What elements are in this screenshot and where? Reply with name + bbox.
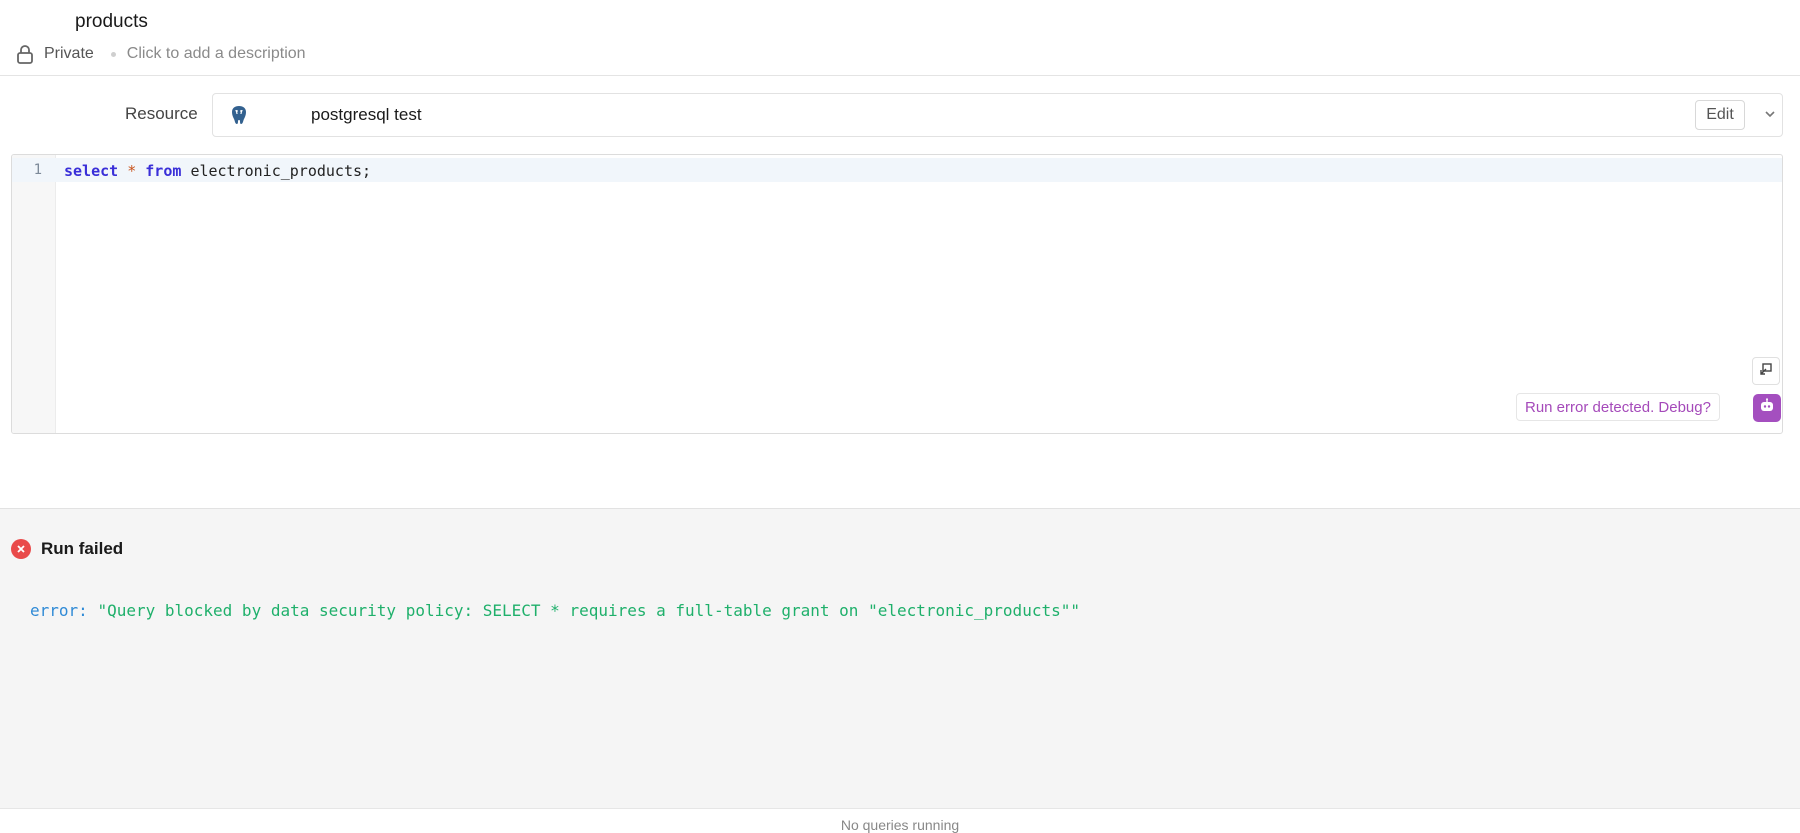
table-name: electronic_products;	[190, 162, 372, 180]
error-output: error: "Query blocked by data security p…	[30, 601, 1080, 620]
expand-icon	[1759, 362, 1773, 381]
visibility-label[interactable]: Private	[44, 45, 94, 63]
run-status-text: Run failed	[41, 539, 124, 558]
resource-label: Resource	[125, 104, 198, 123]
query-status-text: No queries running	[840, 817, 960, 833]
keyword-select: select	[64, 162, 119, 180]
operator-star: *	[127, 162, 137, 180]
run-status: Run failed	[11, 539, 123, 559]
robot-icon	[1758, 397, 1776, 420]
result-panel: Run failed error: "Query blocked by data…	[0, 508, 1800, 808]
error-key: error:	[30, 601, 88, 620]
sql-editor[interactable]: 1 select * from electronic_products; Run…	[11, 154, 1783, 434]
resource-selector[interactable]: postgresql test Edit	[212, 93, 1783, 137]
line-gutter	[12, 155, 56, 433]
debug-prompt-button[interactable]: Run error detected. Debug?	[1516, 393, 1720, 421]
description-placeholder[interactable]: Click to add a description	[127, 45, 306, 63]
query-header: products Private Click to add a descript…	[0, 0, 1800, 76]
error-message: "Query blocked by data security policy: …	[97, 601, 1080, 620]
chevron-down-icon[interactable]	[1762, 106, 1778, 122]
query-title[interactable]: products	[75, 11, 148, 33]
status-footer: No queries running	[0, 808, 1800, 833]
expand-editor-button[interactable]	[1752, 357, 1780, 385]
code-line[interactable]: select * from electronic_products;	[64, 162, 371, 180]
postgresql-elephant-icon	[228, 104, 250, 126]
query-meta: Private Click to add a description	[14, 43, 306, 65]
keyword-from: from	[145, 162, 182, 180]
ai-assistant-button[interactable]	[1753, 394, 1781, 422]
line-number: 1	[33, 162, 42, 178]
resource-name: postgresql test	[311, 105, 422, 124]
edit-resource-button[interactable]: Edit	[1695, 100, 1745, 130]
lock-icon	[14, 43, 36, 65]
error-x-icon	[11, 539, 31, 559]
separator-dot	[110, 51, 116, 57]
